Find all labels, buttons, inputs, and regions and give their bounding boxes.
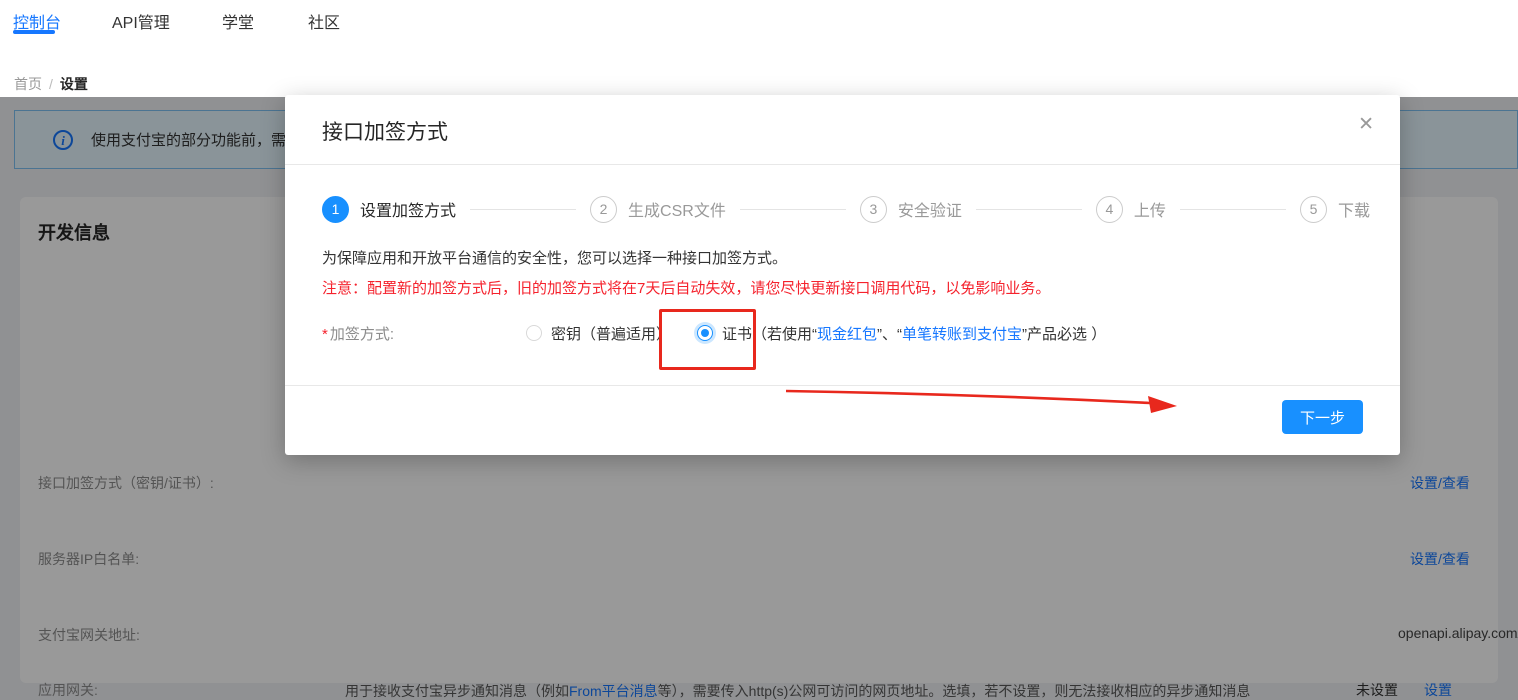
modal-title: 接口加签方式 bbox=[322, 121, 448, 144]
step-4-upload: 4 上传 bbox=[1095, 195, 1166, 223]
red-packet-link[interactable]: 现金红包 bbox=[817, 326, 877, 343]
cert-label-text: ”、“ bbox=[877, 325, 903, 343]
step-connector bbox=[1179, 208, 1286, 210]
required-mark: * bbox=[322, 325, 328, 343]
annotation-arrow bbox=[785, 389, 1177, 413]
breadcrumb-current: 设置 bbox=[59, 76, 88, 92]
step-1-set-sign-method: 1 设置加签方式 bbox=[322, 195, 457, 223]
step-connector bbox=[739, 208, 846, 210]
radio-key-label: 密钥（普遍适用） bbox=[551, 325, 672, 343]
nav-item-community[interactable]: 社区 bbox=[308, 9, 340, 33]
step-connector bbox=[470, 208, 577, 210]
step-label: 生成CSR文件 bbox=[628, 203, 726, 220]
step-number: 1 bbox=[322, 195, 349, 223]
modal-warning-text: 注意：配置新的加签方式后，旧的加签方式将在7天后自动失效，请您尽快更新接口调用代… bbox=[322, 280, 1051, 297]
step-connector bbox=[975, 208, 1082, 210]
radio-key-option[interactable]: 密钥（普遍适用） bbox=[526, 323, 671, 344]
step-number: 3 bbox=[859, 195, 887, 223]
step-number: 4 bbox=[1095, 195, 1123, 223]
radio-cert-option[interactable]: 证书（若使用“现金红包”、“单笔转账到支付宝”产品必选 ） bbox=[697, 323, 1106, 344]
modal-header: 接口加签方式 ✕ bbox=[285, 95, 1400, 165]
screen: 控制台 API管理 学堂 社区 首页 / 设置 i 使用支付宝的部分功能前，需 开发… bbox=[0, 0, 1518, 700]
nav-item-api[interactable]: API管理 bbox=[112, 9, 170, 33]
step-number: 5 bbox=[1299, 195, 1327, 223]
step-2-generate-csr: 2 生成CSR文件 bbox=[590, 195, 726, 223]
single-transfer-link[interactable]: 单笔转账到支付宝 bbox=[902, 326, 1022, 343]
cert-label-text: ”产品必选 ） bbox=[1022, 325, 1107, 343]
breadcrumb-separator: / bbox=[49, 76, 53, 92]
radio-cert-label: 证书（若使用“现金红包”、“单笔转账到支付宝”产品必选 ） bbox=[722, 323, 1106, 344]
modal-intro-text: 为保障应用和开放平台通信的安全性，您可以选择一种接口加签方式。 bbox=[322, 250, 788, 267]
nav-item-school[interactable]: 学堂 bbox=[222, 9, 254, 33]
top-nav: 控制台 API管理 学堂 社区 bbox=[0, 0, 1518, 44]
step-5-download: 5 下载 bbox=[1299, 195, 1370, 223]
step-wizard: 1 设置加签方式 2 生成CSR文件 3 安全验证 4 上传 5 下载 bbox=[322, 195, 1370, 223]
breadcrumb-home[interactable]: 首页 bbox=[14, 76, 42, 92]
field-label-text: 加签方式: bbox=[329, 325, 395, 343]
step-label: 设置加签方式 bbox=[360, 203, 457, 220]
step-3-security-verify: 3 安全验证 bbox=[859, 195, 962, 223]
step-label: 安全验证 bbox=[897, 203, 962, 220]
radio-unchecked-icon[interactable] bbox=[526, 325, 542, 341]
active-tab-underline bbox=[13, 30, 55, 34]
next-step-button[interactable]: 下一步 bbox=[1282, 400, 1363, 434]
step-number: 2 bbox=[590, 195, 618, 223]
step-label: 下载 bbox=[1337, 203, 1370, 220]
close-icon[interactable]: ✕ bbox=[1358, 113, 1374, 136]
step-label: 上传 bbox=[1133, 203, 1166, 220]
breadcrumb: 首页 / 设置 bbox=[14, 74, 88, 94]
field-label: * 加签方式: bbox=[322, 323, 489, 344]
annotation-highlight-rect bbox=[659, 309, 756, 370]
